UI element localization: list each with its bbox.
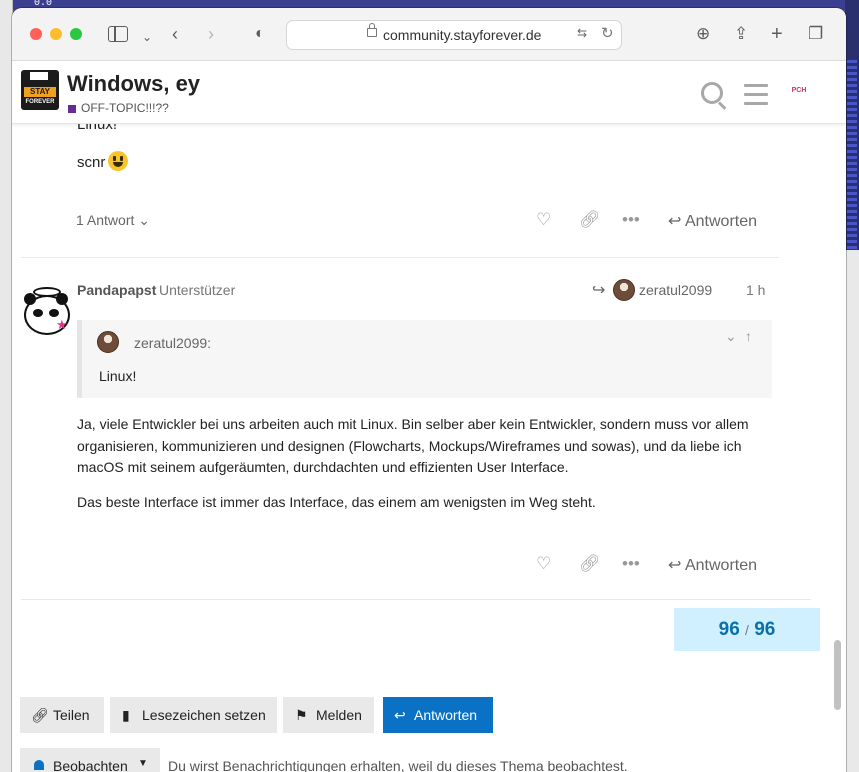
tabs-overview-icon[interactable]: ❐ [808,24,823,44]
topic-content: Linux! scnr 1 Antwort ⌄ ♡ 🔗︎ ••• ↩ Antwo… [12,116,846,772]
bookmark-icon: ▮ [122,707,130,723]
quote-block: zeratul2099: ⌄ ↑ Linux! [77,320,772,398]
reply-icon: ↩ [668,213,682,230]
site-logo[interactable]: STAY FOREVER [21,70,59,110]
back-icon[interactable]: ‹ [172,24,178,44]
footer-reply-label: Antworten [414,707,478,723]
reply-button[interactable]: ↩ Antworten [668,555,757,575]
flag-button[interactable]: ⚑ Melden [283,697,374,733]
reply-label: Antworten [684,213,758,230]
go-to-quoted-post-icon[interactable]: ↑ [745,328,752,344]
reload-icon[interactable]: ↻ [601,24,614,42]
topic-progress[interactable]: 96 / 96 [674,608,820,651]
share-label: Teilen [53,707,90,723]
heart-icon[interactable]: ♡ [536,210,551,230]
new-tab-icon[interactable]: + [771,24,783,44]
post-divider [21,599,811,600]
logo-slot [30,72,48,80]
quote-author: zeratul2099: [134,335,212,351]
progress-separator: / [745,622,749,638]
quote-text: Linux! [99,368,137,384]
progress-total: 96 [754,619,776,640]
panda-eye-left [33,309,43,317]
link-icon[interactable]: 🔗︎ [579,554,601,574]
flag-label: Melden [316,707,362,723]
hamburger-menu-icon[interactable] [744,84,768,105]
search-icon[interactable] [701,82,723,104]
heart-icon[interactable]: ♡ [536,554,551,574]
shield-icon[interactable]: ◐ [255,24,265,44]
progress-current: 96 [718,619,740,640]
bell-icon [34,760,44,770]
user-title: Unterstützer [159,282,236,298]
user-avatar[interactable]: PCH [784,79,814,103]
reply-to-arrow-icon[interactable]: ↪ [592,280,605,300]
scrollbar[interactable] [834,640,841,710]
reply-icon: ↩ [394,707,406,723]
flag-icon: ⚑ [295,707,308,723]
browser-toolbar: ⌄ ‹ › ◐ community.stayforever.de ⇆ ↻ ⊕ ⇪… [12,8,846,61]
replies-toggle-button[interactable]: 1 Antwort ⌄ [76,212,150,229]
link-icon: 🔗︎ [31,707,49,723]
forum-header: STAY FOREVER Windows, ey OFF-TOPIC!!!?? … [12,61,846,124]
translate-icon[interactable]: ⇆ [577,26,587,40]
address-bar[interactable]: community.stayforever.de ⇆ ↻ [286,20,622,50]
url-text[interactable]: community.stayforever.de [383,27,541,43]
notification-level-button[interactable]: Beobachten ▼ [20,748,160,772]
panda-ear-left [24,293,36,305]
quote-author-avatar [97,331,119,353]
category-link[interactable]: OFF-TOPIC!!!?? [81,101,169,115]
background-app-right [845,0,859,772]
minimize-window-button[interactable] [50,28,62,40]
replies-count: 1 Antwort [76,212,135,228]
notification-description: Du wirst Benachrichtigungen erhalten, we… [168,758,628,772]
post-paragraph: Ja, viele Entwickler bei uns arbeiten au… [77,416,749,475]
close-window-button[interactable] [30,28,42,40]
background-panel [845,250,859,772]
ellipsis-icon[interactable]: ••• [622,554,640,574]
share-icon[interactable]: ⇪ [734,24,748,44]
category-badge [68,105,76,113]
reply-to-avatar[interactable] [613,279,635,301]
lock-icon [367,23,377,37]
reply-label: Antworten [684,557,758,574]
bookmark-button[interactable]: ▮ Lesezeichen setzen [110,697,277,733]
share-button[interactable]: 🔗︎ Teilen [20,697,104,733]
previous-post-actions: 1 Antwort ⌄ ♡ 🔗︎ ••• ↩ Antworten [76,210,768,236]
panda-ear-right [56,293,68,305]
smiley-emoji-icon [108,151,129,171]
post-divider [21,257,779,258]
reply-button[interactable]: ↩ Antworten [668,211,757,231]
forward-icon[interactable]: › [208,24,214,44]
expand-quote-icon[interactable]: ⌄ [725,328,737,345]
previous-post-text-content: scnr [77,154,106,171]
topic-title[interactable]: Windows, ey [67,71,200,97]
logo-text-stay: STAY [24,87,56,97]
post-username[interactable]: Pandapapst [77,282,156,298]
panda-avatar[interactable]: ★ [24,287,70,335]
reply-icon: ↩ [668,557,682,574]
panda-eye-right [49,309,59,317]
post-timestamp[interactable]: 1 h [746,282,765,298]
post-paragraph: Das beste Interface ist immer das Interf… [77,493,596,510]
download-icon[interactable]: ⊕ [696,24,710,44]
chevron-down-icon: ⌄ [138,212,150,228]
link-icon[interactable]: 🔗︎ [579,210,601,230]
browser-window: ⌄ ‹ › ◐ community.stayforever.de ⇆ ↻ ⊕ ⇪… [12,8,846,772]
star-icon: ★ [56,317,68,332]
chevron-down-icon[interactable]: ⌄ [142,27,152,47]
previous-post-text: scnr [77,151,129,171]
logo-text-forever: FOREVER [25,99,55,105]
bookmark-label: Lesezeichen setzen [142,707,266,723]
waveform [847,60,857,260]
notification-level-label: Beobachten [53,758,128,772]
ellipsis-icon[interactable]: ••• [622,210,640,230]
caret-down-icon: ▼ [138,758,148,769]
zoom-window-button[interactable] [70,28,82,40]
footer-reply-button[interactable]: ↩ Antworten [383,697,493,733]
post-body: Ja, viele Entwickler bei uns arbeiten au… [77,414,777,526]
sidebar-toggle-icon[interactable] [108,26,128,42]
post-actions: ♡ 🔗︎ ••• ↩ Antworten [76,554,768,580]
reply-to-username[interactable]: zeratul2099 [639,282,712,298]
